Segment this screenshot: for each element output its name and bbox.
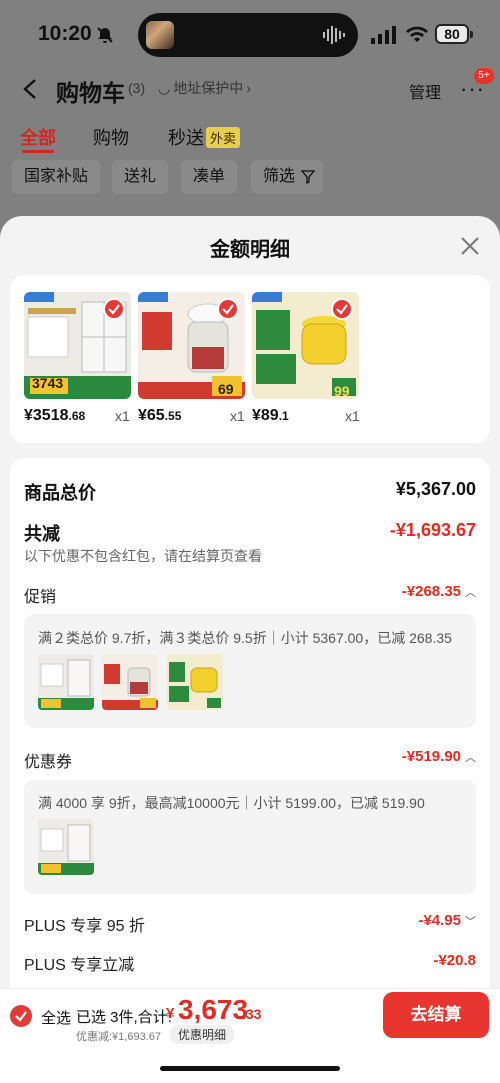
check-mark-icon xyxy=(108,304,120,315)
plus-instant-value: -¥20.8 xyxy=(433,952,476,969)
product-price: ¥65.55 xyxy=(138,407,181,425)
tab-active-underline xyxy=(22,150,54,153)
pot-thumb-icon xyxy=(167,654,223,710)
plus-95-toggle[interactable]: -¥4.95 ﹀ xyxy=(418,912,476,929)
home-indicator xyxy=(160,1066,340,1071)
promotion-label: 促销 xyxy=(24,589,57,606)
filter-funnel-icon xyxy=(301,170,315,184)
total-decimal: .33 xyxy=(242,1006,262,1022)
filter-gift[interactable]: 送礼 xyxy=(112,160,169,194)
price-dec: .68 xyxy=(68,409,86,423)
address-protect-label: 地址保护中 xyxy=(173,80,244,96)
filter-screen-label: 筛选 xyxy=(263,168,296,185)
plus-95-value: -¥4.95 xyxy=(418,912,461,929)
select-all-label[interactable]: 全选 xyxy=(41,1007,71,1028)
tab-shopping[interactable]: 购物 xyxy=(93,124,129,150)
more-badge: 5+ xyxy=(474,68,494,84)
coupon-value: -¥519.90 xyxy=(401,748,461,765)
check-mark-icon xyxy=(336,304,348,315)
check-mark-icon xyxy=(15,1011,27,1022)
goods-total-value: ¥5,367.00 xyxy=(395,479,476,499)
goods-total-label: 商品总价 xyxy=(24,483,96,503)
sheet-title: 金额明细 xyxy=(210,239,290,261)
product-qty: x1 xyxy=(345,408,360,424)
selected-info: 已选 3件,合计: xyxy=(76,1009,172,1026)
reduce-total-value: -¥1,693.67 xyxy=(389,520,476,540)
reduce-note: 以下优惠不包含红包，请在结算页查看 xyxy=(24,548,262,564)
page-title: 购物车 xyxy=(56,80,125,106)
chopper-thumb-icon xyxy=(102,654,158,710)
promotion-thumb-pot xyxy=(167,654,223,710)
audio-wave-icon xyxy=(323,26,345,44)
total-currency: ¥ xyxy=(166,1005,175,1022)
check-mark-icon xyxy=(222,304,234,315)
plus-instant-label: PLUS 专享立减 xyxy=(24,957,135,974)
plus-95-label: PLUS 专享 95 折 xyxy=(24,918,145,935)
coupon-desc: 满 4000 享 9折，最高减10000元｜小计 5199.00，已减 519.… xyxy=(38,795,425,811)
total-amount: 3,673 xyxy=(178,994,249,1025)
chevron-down-icon: ﹀ xyxy=(465,915,476,928)
checkout-button[interactable]: 去结算 xyxy=(383,992,489,1038)
fridge-thumb-icon xyxy=(38,654,94,710)
tab-all[interactable]: 全部 xyxy=(20,124,56,150)
filter-bundle[interactable]: 凑单 xyxy=(181,160,238,194)
address-protect[interactable]: ◡ 地址保护中 › xyxy=(158,78,251,98)
promotion-thumb-chopper xyxy=(102,654,158,710)
coupon-label: 优惠券 xyxy=(24,754,73,771)
status-time: 10:20 xyxy=(38,22,92,45)
promotion-toggle[interactable]: -¥268.35 ︿ xyxy=(402,583,476,600)
price-int: ¥89 xyxy=(252,407,279,424)
battery-tip xyxy=(470,31,473,38)
coupon-toggle[interactable]: -¥519.90 ︿ xyxy=(402,748,476,765)
chevron-right-icon: › xyxy=(246,80,251,96)
product-qty: x1 xyxy=(230,408,245,424)
fridge-thumb-icon xyxy=(38,819,94,875)
close-icon[interactable] xyxy=(458,234,482,258)
price-int: ¥65 xyxy=(138,407,165,424)
saved-amount: 优惠减:¥1,693.67 xyxy=(76,1031,161,1043)
price-int: ¥3518 xyxy=(24,407,69,424)
tab-instant-delivery[interactable]: 秒送 xyxy=(168,124,204,150)
promotion-value: -¥268.35 xyxy=(401,583,461,600)
discount-detail-button[interactable]: 优惠明细 xyxy=(170,1025,235,1044)
chevron-up-icon: ︿ xyxy=(465,751,476,764)
signal-icon xyxy=(371,26,396,44)
filter-national-subsidy[interactable]: 国家补贴 xyxy=(12,160,101,194)
takeaway-badge: 外卖 xyxy=(206,127,241,148)
product-tag: 69 xyxy=(218,381,234,397)
shield-icon: ◡ xyxy=(158,79,171,96)
back-arrow-icon[interactable] xyxy=(22,78,38,100)
chevron-up-icon: ︿ xyxy=(465,586,476,599)
island-avatar-icon xyxy=(146,21,174,49)
bell-muted-icon xyxy=(97,27,113,43)
product-tag: 3743 xyxy=(32,375,64,391)
product-price: ¥3518.68 xyxy=(24,407,85,425)
wifi-icon xyxy=(406,26,428,42)
promotion-desc: 满２类总价 9.7折，满３类总价 9.5折｜小计 5367.00，已减 268.… xyxy=(38,630,452,646)
price-dec: .55 xyxy=(164,409,182,423)
product-tag: 99 xyxy=(334,383,350,399)
promotion-thumb-fridge xyxy=(38,654,94,710)
manage-button[interactable]: 管理 xyxy=(409,79,441,103)
cart-count: (3) xyxy=(128,80,146,96)
price-dec: .1 xyxy=(278,409,289,423)
product-qty: x1 xyxy=(115,408,130,424)
status-bar: 10:20 80 xyxy=(0,0,500,64)
product-price: ¥89.1 xyxy=(252,407,289,425)
battery-indicator: 80 xyxy=(435,24,469,44)
reduce-label: 共减 xyxy=(24,524,60,544)
coupon-thumb-fridge xyxy=(38,819,94,875)
